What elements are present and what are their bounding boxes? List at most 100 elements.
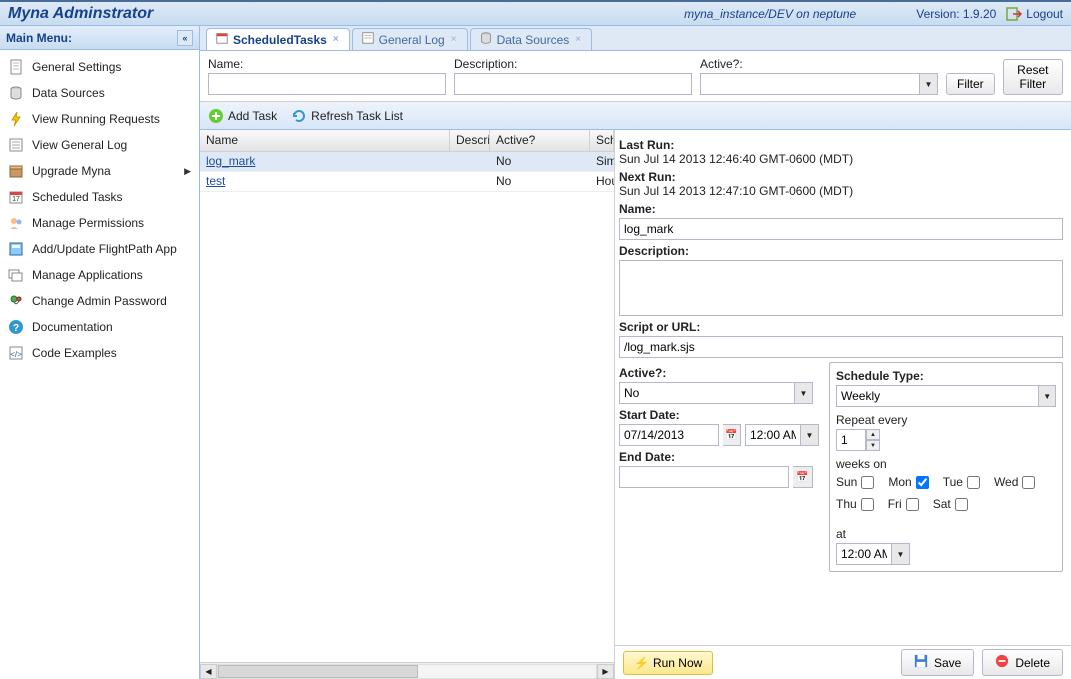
table-row[interactable]: testNoHou	[200, 172, 614, 192]
day-checkbox[interactable]	[916, 476, 929, 489]
sidebar-item-upgrade-myna[interactable]: Upgrade Myna▶	[0, 158, 199, 184]
scroll-thumb[interactable]	[218, 665, 418, 678]
add-task-button[interactable]: Add Task	[208, 108, 277, 124]
calendar-icon: 17	[8, 189, 24, 205]
logout-button[interactable]: Logout	[1006, 6, 1063, 22]
delete-button[interactable]: Delete	[982, 649, 1063, 676]
scroll-track[interactable]	[217, 664, 597, 679]
filter-desc-input[interactable]	[454, 73, 692, 95]
sidebar-item-manage-applications[interactable]: Manage Applications	[0, 262, 199, 288]
box-icon	[8, 163, 24, 179]
day-wed[interactable]: Wed	[994, 475, 1035, 489]
save-label: Save	[934, 656, 961, 670]
submenu-arrow-icon: ▶	[184, 166, 191, 177]
day-mon[interactable]: Mon	[888, 475, 928, 489]
sidebar-item-code-examples[interactable]: </>Code Examples	[0, 340, 199, 366]
schedule-type-dropdown-arrow[interactable]: ▼	[1039, 385, 1056, 407]
filter-desc-label: Description:	[454, 57, 692, 71]
header: Myna Adminstrator myna_instance/DEV on n…	[0, 0, 1071, 26]
repeat-spin-up[interactable]: ▲	[866, 429, 880, 440]
save-icon	[914, 654, 928, 671]
desc-input[interactable]	[619, 260, 1063, 316]
sidebar-collapse-button[interactable]: «	[177, 30, 193, 46]
detail-bottom-bar: ⚡ Run Now Save Delete	[615, 645, 1071, 679]
save-button[interactable]: Save	[901, 649, 974, 676]
day-fri[interactable]: Fri	[888, 497, 919, 511]
scroll-right-arrow[interactable]: ▶	[597, 664, 614, 679]
start-time-input[interactable]	[745, 424, 801, 446]
filter-name-input[interactable]	[208, 73, 446, 95]
sidebar-item-documentation[interactable]: ?Documentation	[0, 314, 199, 340]
active-input[interactable]	[619, 382, 795, 404]
day-checkbox[interactable]	[861, 476, 874, 489]
day-checkbox[interactable]	[861, 498, 874, 511]
sidebar-item-data-sources[interactable]: Data Sources	[0, 80, 199, 106]
sidebar-item-view-running-requests[interactable]: View Running Requests	[0, 106, 199, 132]
sidebar-item-change-admin-password[interactable]: Change Admin Password	[0, 288, 199, 314]
filter-active-input[interactable]	[700, 73, 920, 95]
day-checkbox[interactable]	[955, 498, 968, 511]
day-tue[interactable]: Tue	[943, 475, 980, 489]
col-header-name[interactable]: Name	[200, 130, 450, 151]
schedule-type-input[interactable]	[836, 385, 1039, 407]
col-header-active[interactable]: Active?	[490, 130, 590, 151]
start-time-dropdown-arrow[interactable]: ▼	[801, 424, 819, 446]
sidebar-item-label: Add/Update FlightPath App	[32, 242, 177, 256]
filter-active-dropdown-arrow[interactable]: ▼	[920, 73, 938, 95]
sidebar-item-label: Scheduled Tasks	[32, 190, 123, 204]
apps-icon	[8, 267, 24, 283]
end-date-picker-button[interactable]: 📅	[793, 466, 813, 488]
refresh-button[interactable]: Refresh Task List	[291, 108, 403, 124]
tab-close-icon[interactable]: ×	[449, 34, 459, 45]
weeks-on-label: weeks on	[836, 457, 1056, 471]
day-sat[interactable]: Sat	[933, 497, 968, 511]
tab-data-sources[interactable]: Data Sources×	[470, 28, 593, 50]
day-sun[interactable]: Sun	[836, 475, 874, 489]
sidebar-item-view-general-log[interactable]: View General Log	[0, 132, 199, 158]
sidebar-item-manage-permissions[interactable]: Manage Permissions	[0, 210, 199, 236]
script-input[interactable]	[619, 336, 1063, 358]
repeat-input[interactable]	[836, 429, 866, 451]
col-header-desc[interactable]: Descri	[450, 130, 490, 151]
repeat-spin-down[interactable]: ▼	[866, 440, 880, 451]
sidebar-item-general-settings[interactable]: General Settings	[0, 54, 199, 80]
sidebar-item-add-update-flightpath-app[interactable]: Add/Update FlightPath App	[0, 236, 199, 262]
at-time-dropdown-arrow[interactable]: ▼	[892, 543, 910, 565]
table-row[interactable]: log_markNoSim	[200, 152, 614, 172]
tab-close-icon[interactable]: ×	[573, 34, 583, 45]
end-date-input[interactable]	[619, 466, 789, 488]
day-label: Tue	[943, 475, 963, 489]
sidebar: Main Menu: « General SettingsData Source…	[0, 26, 200, 679]
day-checkbox[interactable]	[906, 498, 919, 511]
grid-hscroll[interactable]: ◀ ▶	[200, 662, 614, 679]
start-date-picker-button[interactable]: 📅	[723, 424, 741, 446]
col-header-sch[interactable]: Sch	[590, 130, 614, 151]
add-icon	[208, 108, 224, 124]
sidebar-item-scheduled-tasks[interactable]: 17 Scheduled Tasks	[0, 184, 199, 210]
day-checkbox[interactable]	[967, 476, 980, 489]
tab-general-log[interactable]: General Log×	[352, 28, 468, 50]
task-name-link[interactable]: test	[206, 174, 225, 188]
logout-icon	[1006, 6, 1022, 22]
content: ScheduledTasks×General Log×Data Sources×…	[200, 26, 1071, 679]
sidebar-item-label: Documentation	[32, 320, 113, 334]
start-date-input[interactable]	[619, 424, 719, 446]
day-label: Mon	[888, 475, 911, 489]
day-checkbox[interactable]	[1022, 476, 1035, 489]
at-time-input[interactable]	[836, 543, 892, 565]
task-name-link[interactable]: log_mark	[206, 154, 255, 168]
name-input[interactable]	[619, 218, 1063, 240]
tab-scheduledtasks[interactable]: ScheduledTasks×	[206, 28, 350, 50]
day-label: Wed	[994, 475, 1018, 489]
tab-close-icon[interactable]: ×	[331, 34, 341, 45]
run-now-button[interactable]: ⚡ Run Now	[623, 651, 713, 675]
day-thu[interactable]: Thu	[836, 497, 874, 511]
code-icon: </>	[8, 345, 24, 361]
sidebar-item-label: View General Log	[32, 138, 127, 152]
filter-button[interactable]: Filter	[946, 73, 995, 95]
reset-filter-button[interactable]: Reset Filter	[1003, 59, 1063, 95]
day-label: Thu	[836, 497, 857, 511]
scroll-left-arrow[interactable]: ◀	[200, 664, 217, 679]
cell-sch: Sim	[590, 152, 614, 171]
active-dropdown-arrow[interactable]: ▼	[795, 382, 813, 404]
